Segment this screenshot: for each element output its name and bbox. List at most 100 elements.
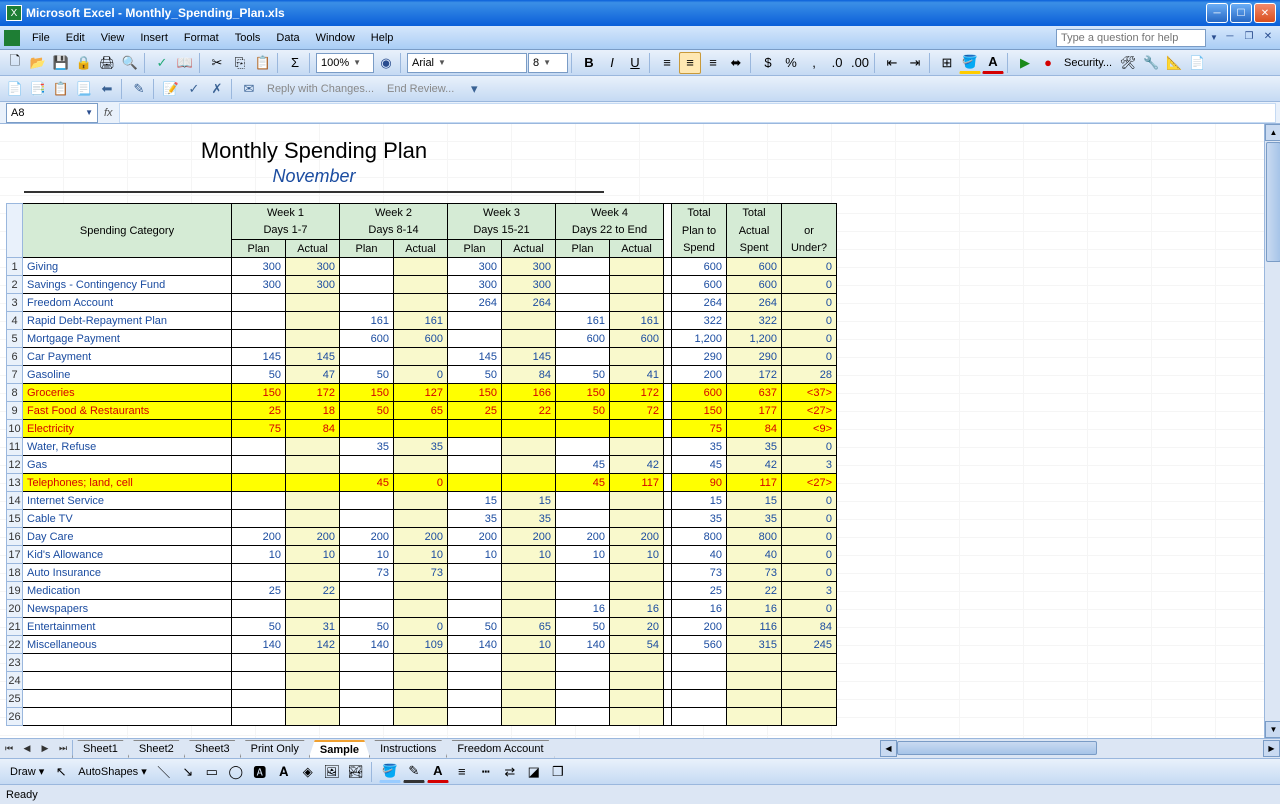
menu-format[interactable]: Format: [176, 30, 227, 46]
menu-help[interactable]: Help: [363, 30, 402, 46]
total-actual-cell[interactable]: [727, 690, 782, 708]
over-under-cell[interactable]: 0: [782, 564, 837, 582]
control-toolbox-button[interactable]: 🔧: [1140, 52, 1162, 74]
plan-cell[interactable]: 300: [232, 258, 286, 276]
plan-cell[interactable]: [232, 708, 286, 726]
scroll-up-button[interactable]: ▲: [1265, 124, 1280, 141]
total-actual-cell[interactable]: 315: [727, 636, 782, 654]
send-mail-button[interactable]: ✉: [238, 78, 260, 100]
end-review-button[interactable]: End Review...: [381, 83, 460, 95]
actual-cell[interactable]: 161: [394, 312, 448, 330]
sheet-tab-sheet1[interactable]: Sheet1: [72, 740, 129, 758]
total-plan-cell[interactable]: 560: [672, 636, 727, 654]
accept-change-button[interactable]: ✓: [183, 78, 205, 100]
actual-cell[interactable]: [394, 600, 448, 618]
total-actual-cell[interactable]: 177: [727, 402, 782, 420]
plan-cell[interactable]: [340, 258, 394, 276]
actual-cell[interactable]: [502, 600, 556, 618]
arrow-style-button[interactable]: ⇄: [499, 761, 521, 783]
actual-cell[interactable]: 166: [502, 384, 556, 402]
row-number[interactable]: 15: [7, 510, 23, 528]
doc-restore-button[interactable]: ❐: [1242, 31, 1256, 45]
actual-cell[interactable]: 35: [394, 438, 448, 456]
actual-cell[interactable]: [394, 258, 448, 276]
total-plan-cell[interactable]: [672, 672, 727, 690]
ink-button[interactable]: ✎: [128, 78, 150, 100]
total-actual-cell[interactable]: 35: [727, 438, 782, 456]
table-row[interactable]: 2Savings - Contingency Fund3003003003006…: [7, 276, 837, 294]
tab-prev-button[interactable]: ◀: [18, 740, 36, 758]
plan-cell[interactable]: [448, 654, 502, 672]
actual-cell[interactable]: [286, 330, 340, 348]
table-row[interactable]: 8Groceries150172150127150166150172600637…: [7, 384, 837, 402]
decrease-indent-button[interactable]: ⇤: [881, 52, 903, 74]
plan-cell[interactable]: [340, 708, 394, 726]
row-number[interactable]: 19: [7, 582, 23, 600]
plan-cell[interactable]: [556, 582, 610, 600]
plan-cell[interactable]: [340, 654, 394, 672]
table-row[interactable]: 9Fast Food & Restaurants2518506525225072…: [7, 402, 837, 420]
plan-cell[interactable]: [556, 438, 610, 456]
total-actual-cell[interactable]: 42: [727, 456, 782, 474]
plan-cell[interactable]: 45: [340, 474, 394, 492]
plan-cell[interactable]: [340, 600, 394, 618]
over-under-cell[interactable]: [782, 672, 837, 690]
plan-cell[interactable]: [232, 654, 286, 672]
total-actual-cell[interactable]: 322: [727, 312, 782, 330]
plan-cell[interactable]: 150: [232, 384, 286, 402]
row-number[interactable]: 2: [7, 276, 23, 294]
sheet-tab-sample[interactable]: Sample: [309, 740, 370, 758]
plan-cell[interactable]: [340, 672, 394, 690]
over-under-cell[interactable]: 0: [782, 258, 837, 276]
category-cell[interactable]: Savings - Contingency Fund: [23, 276, 232, 294]
copy-button[interactable]: ⎘: [229, 52, 251, 74]
actual-cell[interactable]: [286, 708, 340, 726]
total-plan-cell[interactable]: 264: [672, 294, 727, 312]
formula-input[interactable]: [119, 103, 1276, 123]
borders-button[interactable]: ⊞: [936, 52, 958, 74]
actual-cell[interactable]: 47: [286, 366, 340, 384]
row-number[interactable]: 5: [7, 330, 23, 348]
table-row[interactable]: 14Internet Service151515150: [7, 492, 837, 510]
plan-cell[interactable]: 10: [340, 546, 394, 564]
category-cell[interactable]: Telephones; land, cell: [23, 474, 232, 492]
plan-cell[interactable]: [232, 564, 286, 582]
menu-file[interactable]: File: [24, 30, 58, 46]
tab-next-button[interactable]: ▶: [36, 740, 54, 758]
plan-cell[interactable]: 10: [448, 546, 502, 564]
font-color-draw-button[interactable]: A: [427, 761, 449, 783]
actual-cell[interactable]: 35: [502, 510, 556, 528]
save-button[interactable]: 💾: [50, 52, 72, 74]
actual-cell[interactable]: 10: [610, 546, 664, 564]
plan-cell[interactable]: 50: [448, 618, 502, 636]
actual-cell[interactable]: 200: [286, 528, 340, 546]
actual-cell[interactable]: [394, 420, 448, 438]
actual-cell[interactable]: [502, 420, 556, 438]
align-right-button[interactable]: ≡: [702, 52, 724, 74]
plan-cell[interactable]: [232, 294, 286, 312]
row-number[interactable]: 13: [7, 474, 23, 492]
total-actual-cell[interactable]: [727, 672, 782, 690]
total-plan-cell[interactable]: [672, 690, 727, 708]
actual-cell[interactable]: 0: [394, 474, 448, 492]
actual-cell[interactable]: 65: [502, 618, 556, 636]
actual-cell[interactable]: [286, 312, 340, 330]
plan-cell[interactable]: 161: [340, 312, 394, 330]
actual-cell[interactable]: [394, 510, 448, 528]
oval-button[interactable]: ◯: [225, 761, 247, 783]
actual-cell[interactable]: 22: [502, 402, 556, 420]
category-cell[interactable]: Car Payment: [23, 348, 232, 366]
diagram-button[interactable]: ◈: [297, 761, 319, 783]
plan-cell[interactable]: [556, 492, 610, 510]
plan-cell[interactable]: [556, 564, 610, 582]
delete-comment-button[interactable]: 📃: [73, 78, 95, 100]
total-plan-cell[interactable]: 40: [672, 546, 727, 564]
row-number[interactable]: 4: [7, 312, 23, 330]
actual-cell[interactable]: 10: [286, 546, 340, 564]
plan-cell[interactable]: 145: [448, 348, 502, 366]
autosum-button[interactable]: Σ: [284, 52, 306, 74]
plan-cell[interactable]: 200: [232, 528, 286, 546]
over-under-cell[interactable]: <27>: [782, 402, 837, 420]
line-button[interactable]: ＼: [153, 761, 175, 783]
zoom-dropdown[interactable]: 100%▼: [316, 53, 374, 73]
